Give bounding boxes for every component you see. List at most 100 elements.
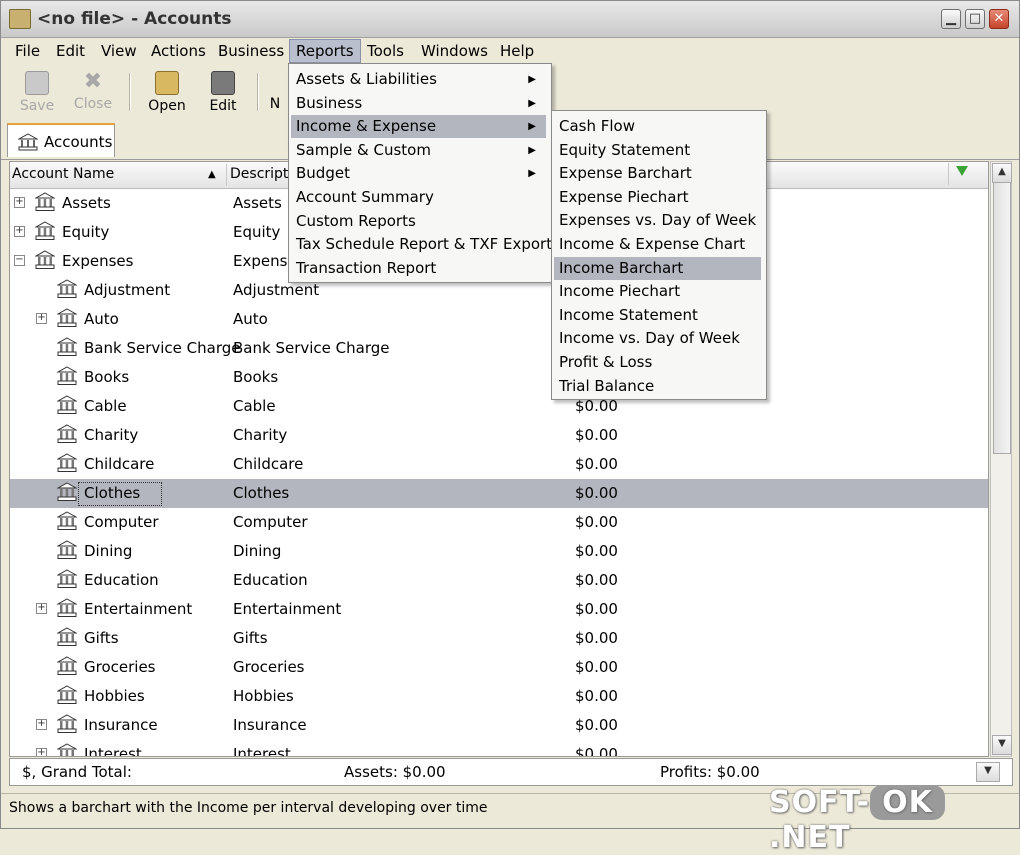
submenu-item[interactable]: Equity Statement: [554, 139, 761, 162]
bank-icon: [56, 598, 78, 618]
menu-item-label: Income vs. Day of Week: [559, 329, 740, 348]
reports-menu: Assets & Liabilities ▶ Business ▶ Income & E…: [288, 63, 552, 283]
submenu-item[interactable]: Income Piechart: [554, 280, 761, 303]
menu-item-label: Custom Reports: [296, 211, 416, 230]
submenu-item[interactable]: Trial Balance: [554, 375, 761, 398]
menu-tools[interactable]: Tools: [361, 40, 410, 62]
submenu-arrow-icon: ▶: [528, 74, 536, 85]
menu-custom-reports[interactable]: Custom Reports: [291, 210, 546, 233]
column-selector-arrow-icon[interactable]: [948, 163, 975, 185]
table-row[interactable]: Gifts Gifts $0.00: [10, 624, 988, 653]
open-button[interactable]: Open: [139, 69, 195, 115]
submenu-item[interactable]: Income Statement: [554, 304, 761, 327]
menu-item-label: Account Summary: [296, 188, 434, 206]
description-cell: Assets: [233, 194, 282, 212]
account-name-cell: Bank Service Charge: [84, 339, 241, 357]
submenu-item[interactable]: Cash Flow: [554, 115, 761, 138]
menu-item-label: Sample & Custom: [296, 140, 431, 159]
assets-total: Assets: $0.00: [344, 763, 446, 781]
expander-icon[interactable]: −: [14, 255, 25, 266]
menu-help[interactable]: Help: [494, 40, 540, 62]
description-cell: Interest: [233, 745, 291, 757]
summary-dropdown-icon[interactable]: ▼: [976, 762, 1000, 782]
account-name-cell: Childcare: [84, 455, 155, 473]
description-cell: Education: [233, 571, 308, 589]
menu-sample-custom[interactable]: Sample & Custom ▶: [291, 139, 546, 162]
description-cell: Cable: [233, 397, 276, 415]
edit-button[interactable]: Edit: [195, 69, 251, 115]
submenu-item[interactable]: Expense Piechart: [554, 186, 761, 209]
close-icon[interactable]: ✕: [989, 9, 1009, 29]
menu-view[interactable]: View: [95, 40, 143, 62]
menu-bar: File Edit View Actions Business Reports …: [1, 38, 1019, 63]
submenu-item[interactable]: Expense Barchart: [554, 162, 761, 185]
menu-income-expense[interactable]: Income & Expense ▶: [291, 115, 546, 139]
submenu-item[interactable]: Expenses vs. Day of Week: [554, 209, 761, 232]
table-row[interactable]: Childcare Childcare $0.00: [10, 450, 988, 479]
folder-icon: [155, 71, 179, 95]
description-cell: Computer: [233, 513, 308, 531]
expander-icon[interactable]: +: [36, 719, 47, 730]
table-row[interactable]: Cable Cable $0.00: [10, 392, 988, 421]
table-row[interactable]: Education Education $0.00: [10, 566, 988, 595]
menu-windows[interactable]: Windows: [415, 40, 494, 62]
table-row[interactable]: Groceries Groceries $0.00: [10, 653, 988, 682]
expander-icon[interactable]: +: [14, 226, 25, 237]
close-x-icon: ✖: [83, 69, 103, 94]
menu-edit[interactable]: Edit: [50, 40, 91, 62]
vertical-scrollbar[interactable]: ▲ ▼: [990, 161, 1012, 757]
table-row[interactable]: Hobbies Hobbies $0.00: [10, 682, 988, 711]
account-name-cell: Dining: [84, 542, 133, 560]
table-row[interactable]: Dining Dining $0.00: [10, 537, 988, 566]
minimize-icon[interactable]: ▁: [941, 9, 961, 29]
menu-item-label: Transaction Report: [296, 258, 437, 277]
menu-business[interactable]: Business: [212, 40, 290, 62]
menu-budget[interactable]: Budget ▶: [291, 162, 546, 185]
menu-account-summary[interactable]: Account Summary: [291, 186, 546, 209]
expander-icon[interactable]: +: [14, 197, 25, 208]
menu-actions[interactable]: Actions: [145, 40, 212, 62]
table-row[interactable]: + Entertainment Entertainment $0.00: [10, 595, 988, 624]
save-button[interactable]: Save: [9, 69, 65, 115]
menu-business-reports[interactable]: Business ▶: [291, 92, 546, 115]
expander-icon[interactable]: +: [36, 313, 47, 324]
status-text: Shows a barchart with the Income per int…: [9, 800, 488, 816]
scroll-down-icon[interactable]: ▼: [992, 735, 1012, 755]
submenu-arrow-icon: ▶: [528, 121, 536, 133]
tab-accounts[interactable]: Accounts: [7, 123, 115, 157]
submenu-item[interactable]: Income Barchart: [554, 256, 761, 280]
menu-reports[interactable]: Reports: [289, 39, 361, 63]
submenu-item[interactable]: Income vs. Day of Week: [554, 327, 761, 350]
total-cell: $0.00: [575, 629, 618, 647]
table-row[interactable]: Computer Computer $0.00: [10, 508, 988, 537]
submenu-item[interactable]: Income & Expense Chart: [554, 233, 761, 256]
expander-icon[interactable]: +: [36, 603, 47, 614]
table-row[interactable]: Bank Service Charge Bank Service Charge: [10, 334, 988, 363]
new-button[interactable]: N: [263, 69, 287, 115]
bank-icon: [56, 279, 78, 299]
table-row[interactable]: + Insurance Insurance $0.00: [10, 711, 988, 740]
table-row[interactable]: + Interest Interest $0.00: [10, 740, 988, 757]
expander-icon[interactable]: +: [36, 748, 47, 756]
submenu-item[interactable]: Profit & Loss: [554, 351, 761, 374]
scroll-thumb[interactable]: [993, 182, 1011, 454]
table-row[interactable]: Books Books: [10, 363, 988, 392]
menu-assets-liabilities[interactable]: Assets & Liabilities ▶: [291, 68, 546, 91]
window-title: <no file> - Accounts: [37, 9, 232, 29]
close-button[interactable]: ✖ Close: [65, 69, 121, 115]
title-bar[interactable]: <no file> - Accounts ▁ □ ✕: [1, 1, 1019, 38]
menu-transaction-report[interactable]: Transaction Report: [291, 257, 546, 280]
bank-icon: [56, 482, 78, 502]
column-account-name[interactable]: Account Name: [12, 166, 114, 182]
column-description[interactable]: Descripti: [230, 166, 292, 182]
account-name-cell: Education: [84, 571, 159, 589]
submenu-arrow-icon: ▶: [528, 97, 536, 109]
menu-file[interactable]: File: [9, 40, 46, 62]
scroll-up-icon[interactable]: ▲: [992, 163, 1012, 183]
toolbar-separator: [129, 73, 131, 111]
maximize-icon[interactable]: □: [965, 9, 985, 29]
table-row[interactable]: Charity Charity $0.00: [10, 421, 988, 450]
table-row[interactable]: Clothes Clothes $0.00: [10, 479, 988, 508]
menu-tax-schedule[interactable]: Tax Schedule Report & TXF Export: [291, 233, 552, 256]
table-row[interactable]: + Auto Auto: [10, 305, 988, 334]
